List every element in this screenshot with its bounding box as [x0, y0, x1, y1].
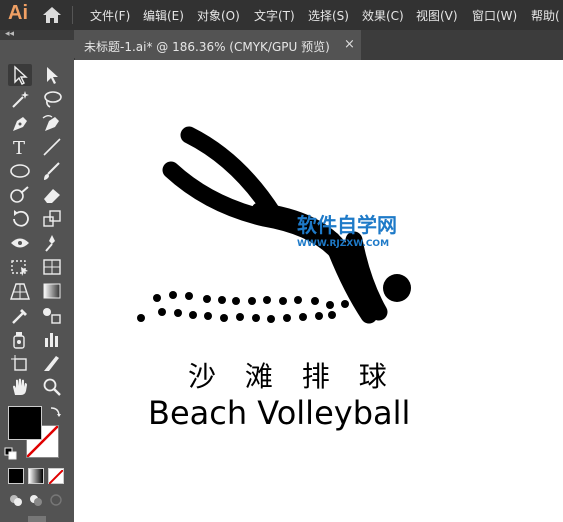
- ellipse-tool-icon[interactable]: [8, 160, 32, 182]
- perspective-grid-tool-icon[interactable]: [8, 280, 32, 302]
- fill-swatch[interactable]: [8, 406, 42, 440]
- tools-panel: T: [0, 58, 75, 522]
- menu-bar: Ai 文件(F) 编辑(E) 对象(O) 文字(T) 选择(S) 效果(C) 视…: [0, 0, 563, 30]
- selection-tool-icon[interactable]: [8, 64, 32, 86]
- width-tool-icon[interactable]: [8, 232, 32, 254]
- gradient-mode-icon[interactable]: [28, 468, 44, 484]
- svg-text:T: T: [13, 138, 25, 158]
- type-tool-icon[interactable]: T: [8, 136, 32, 158]
- curvature-tool-icon[interactable]: [40, 112, 64, 134]
- rotate-tool-icon[interactable]: [8, 208, 32, 230]
- paintbrush-tool-icon[interactable]: [40, 160, 64, 182]
- menu-object[interactable]: 对象(O): [197, 7, 240, 24]
- default-fill-stroke-icon[interactable]: [4, 446, 18, 460]
- menu-help[interactable]: 帮助(: [531, 7, 560, 24]
- menu-divider: [72, 6, 73, 24]
- puppet-warp-tool-icon[interactable]: [40, 232, 64, 254]
- menu-view[interactable]: 视图(V): [416, 7, 458, 24]
- document-tab-title: 未标题-1.ai* @ 186.36% (CMYK/GPU 预览): [84, 40, 330, 54]
- menu-type[interactable]: 文字(T): [254, 7, 295, 24]
- volleyball-ball: [383, 274, 411, 302]
- eyedropper-tool-icon[interactable]: [8, 304, 32, 326]
- title-chinese: 沙 滩 排 球: [188, 360, 397, 393]
- magic-wand-tool-icon[interactable]: [8, 88, 32, 110]
- artboard-tool-icon[interactable]: [8, 352, 32, 374]
- toolbar-header: ◂◂: [0, 29, 74, 40]
- color-mode-icon[interactable]: [8, 468, 24, 484]
- blend-tool-icon[interactable]: [40, 304, 64, 326]
- gradient-tool-icon[interactable]: [40, 280, 64, 302]
- menu-effect[interactable]: 效果(C): [362, 7, 404, 24]
- document-tab-bar: 未标题-1.ai* @ 186.36% (CMYK/GPU 预览) ×: [74, 30, 563, 60]
- menu-select[interactable]: 选择(S): [308, 7, 349, 24]
- hand-tool-icon[interactable]: [8, 376, 32, 398]
- draw-normal-icon[interactable]: [8, 492, 24, 506]
- line-tool-icon[interactable]: [40, 136, 64, 158]
- draw-inside-icon[interactable]: [48, 492, 64, 506]
- zoom-tool-icon[interactable]: [40, 376, 64, 398]
- menu-file[interactable]: 文件(F): [90, 7, 130, 24]
- watermark-url: WWW.RJZXW.COM: [297, 239, 389, 249]
- collapse-panel-icon[interactable]: ◂◂: [5, 29, 14, 39]
- beach-volleyball-pictogram: 沙 滩 排 球 Beach Volleyball 软件自学网 WWW.RJZXW…: [137, 126, 411, 432]
- artboard-canvas[interactable]: 沙 滩 排 球 Beach Volleyball 软件自学网 WWW.RJZXW…: [74, 60, 563, 522]
- title-english: Beach Volleyball: [148, 394, 410, 432]
- shaper-tool-icon[interactable]: [8, 184, 32, 206]
- shape-builder-tool-icon[interactable]: [40, 256, 64, 278]
- sand-dots: [137, 291, 349, 323]
- watermark-text: 软件自学网: [297, 213, 397, 237]
- slice-tool-icon[interactable]: [40, 352, 64, 374]
- app-logo: Ai: [8, 2, 28, 24]
- home-icon[interactable]: [42, 6, 62, 24]
- screen-mode-icon[interactable]: [28, 516, 46, 522]
- free-transform-tool-icon[interactable]: [8, 256, 32, 278]
- symbol-sprayer-tool-icon[interactable]: [8, 328, 32, 350]
- direct-selection-tool-icon[interactable]: [40, 64, 64, 86]
- pen-tool-icon[interactable]: [8, 112, 32, 134]
- swap-fill-stroke-icon[interactable]: [48, 404, 62, 418]
- menu-edit[interactable]: 编辑(E): [143, 7, 184, 24]
- draw-behind-icon[interactable]: [28, 492, 44, 506]
- none-mode-icon[interactable]: [48, 468, 64, 485]
- eraser-tool-icon[interactable]: [40, 184, 64, 206]
- column-graph-tool-icon[interactable]: [40, 328, 64, 350]
- menu-window[interactable]: 窗口(W): [472, 7, 517, 24]
- document-tab[interactable]: 未标题-1.ai* @ 186.36% (CMYK/GPU 预览) ×: [74, 30, 361, 60]
- scale-tool-icon[interactable]: [40, 208, 64, 230]
- lasso-tool-icon[interactable]: [40, 88, 64, 110]
- close-tab-icon[interactable]: ×: [344, 37, 355, 52]
